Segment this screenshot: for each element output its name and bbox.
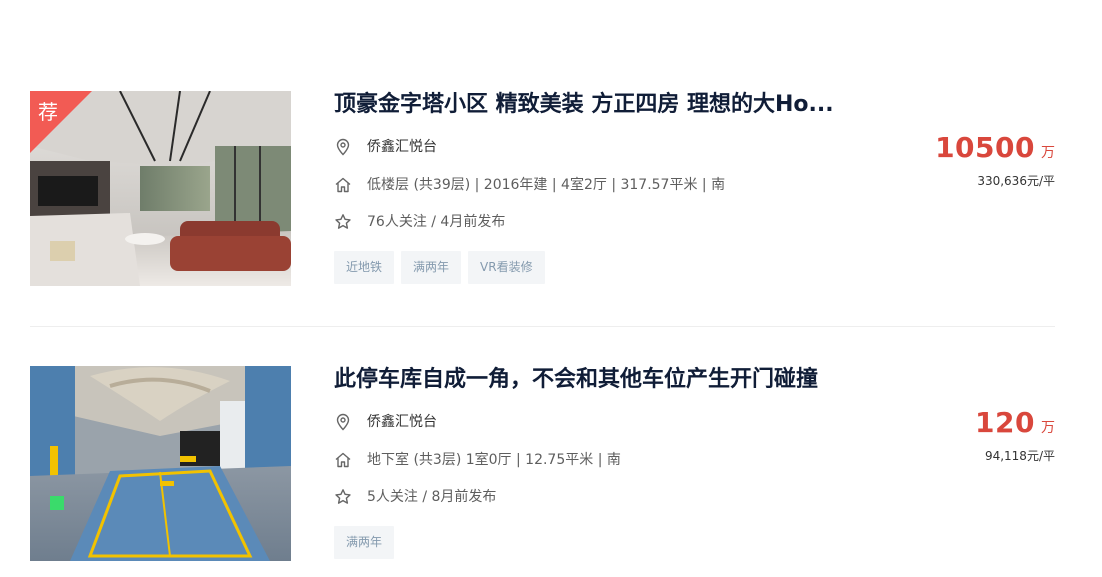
house-icon: [334, 451, 352, 469]
living-room-photo: 荐: [30, 91, 291, 286]
star-icon: [334, 488, 352, 506]
total-price: 120 万: [975, 406, 1055, 439]
community-link[interactable]: 侨鑫汇悦台: [367, 137, 437, 157]
follow-info-text: 76人关注 / 4月前发布: [367, 214, 506, 230]
tag-list: 近地铁 满两年 VR看装修: [334, 251, 545, 284]
listing-photo[interactable]: 荐: [30, 91, 291, 286]
house-icon: [334, 176, 352, 194]
parking-garage-photo: [30, 366, 291, 561]
community-row: 侨鑫汇悦台: [334, 137, 437, 157]
community-link[interactable]: 侨鑫汇悦台: [367, 412, 437, 432]
total-price-value: 10500: [935, 131, 1035, 164]
house-info-row: 低楼层 (共39层) | 2016年建 | 4室2厅 | 317.57平米 | …: [334, 175, 725, 195]
house-info-row: 地下室 (共3层) 1室0厅 | 12.75平米 | 南: [334, 450, 621, 470]
listing-item: 此停车库自成一角，不会和其他车位产生开门碰撞 侨鑫汇悦台 地下室 (共3层) 1…: [30, 366, 1055, 562]
tag: 满两年: [334, 526, 395, 559]
tag: 满两年: [401, 251, 462, 284]
total-price-value: 120: [975, 406, 1035, 439]
listing-item: 荐 顶豪金字塔小区 精致美装 方正四房 理想的大Ho... 侨鑫汇悦台 低楼层 …: [30, 91, 1055, 287]
tag: VR看装修: [468, 251, 545, 284]
location-pin-icon: [334, 413, 352, 431]
follow-row: 5人关注 / 8月前发布: [334, 487, 496, 507]
house-info-text: 地下室 (共3层) 1室0厅 | 12.75平米 | 南: [367, 452, 621, 468]
unit-price: 330,636元/平: [977, 174, 1055, 188]
total-price-unit: 万: [1041, 420, 1055, 436]
price-block: 10500 万 330,636元/平: [935, 131, 1055, 189]
house-info-text: 低楼层 (共39层) | 2016年建 | 4室2厅 | 317.57平米 | …: [367, 177, 726, 193]
total-price: 10500 万: [935, 131, 1055, 164]
listing-title[interactable]: 顶豪金字塔小区 精致美装 方正四房 理想的大Ho...: [334, 91, 894, 119]
location-pin-icon: [334, 138, 352, 156]
follow-info-text: 5人关注 / 8月前发布: [367, 489, 497, 505]
listing-title[interactable]: 此停车库自成一角，不会和其他车位产生开门碰撞: [334, 366, 894, 394]
follow-row: 76人关注 / 4月前发布: [334, 212, 505, 232]
tag: 近地铁: [334, 251, 395, 284]
community-row: 侨鑫汇悦台: [334, 412, 437, 432]
listing-photo[interactable]: [30, 366, 291, 561]
listing-divider: [30, 326, 1055, 327]
star-icon: [334, 213, 352, 231]
total-price-unit: 万: [1041, 145, 1055, 161]
tag-list: 满两年: [334, 526, 395, 559]
recommend-badge: 荐: [38, 100, 58, 124]
unit-price: 94,118元/平: [984, 449, 1055, 463]
price-block: 120 万 94,118元/平: [975, 406, 1055, 464]
